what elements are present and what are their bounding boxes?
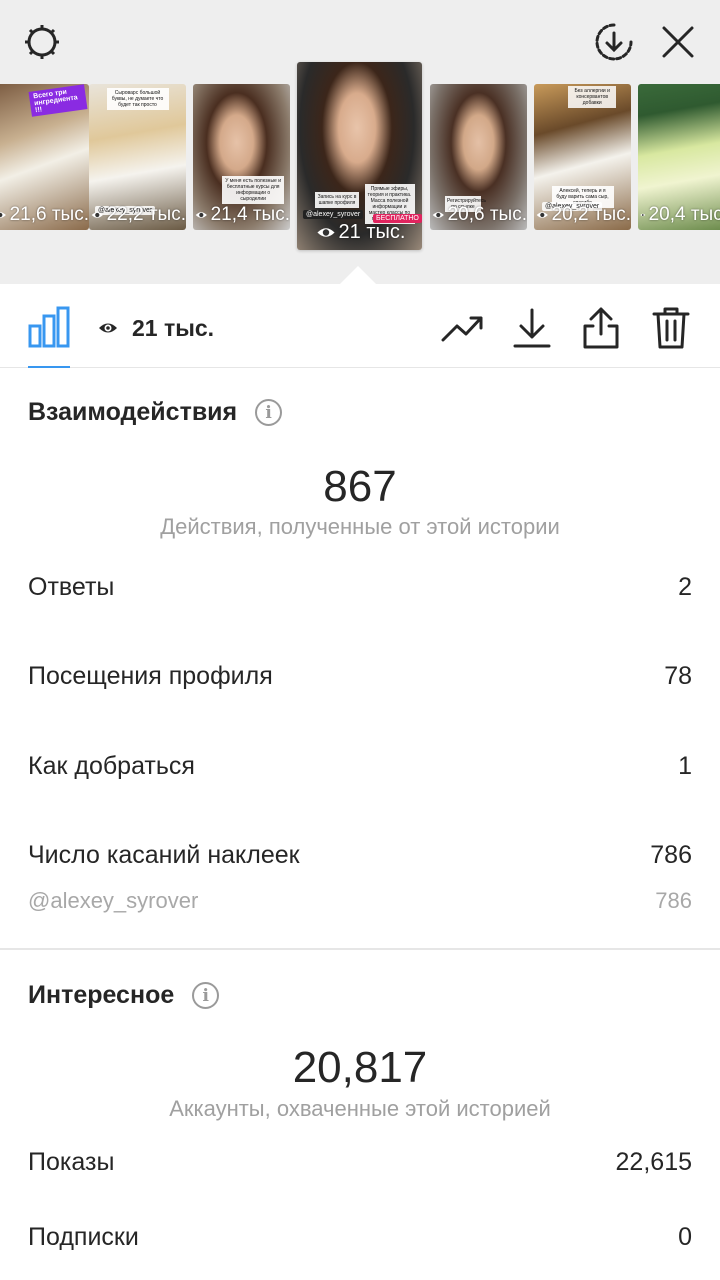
active-tab-indicator xyxy=(28,366,70,368)
metric-row-replies: Ответы 2 xyxy=(28,573,692,602)
discovery-caption: Аккаунты, охваченные этой историей xyxy=(169,1096,551,1121)
discovery-total: 20,817 xyxy=(292,1043,428,1092)
story-views: 20,6 тыс. xyxy=(430,204,527,226)
close-icon[interactable] xyxy=(656,20,700,64)
story-thumbnail[interactable]: Регистрируйтесь по ссылке 20,6 тыс. xyxy=(430,84,527,230)
metric-label: Число касаний наклеек xyxy=(28,841,300,869)
eye-icon xyxy=(536,212,548,218)
story-handle: @alexey_syrover xyxy=(303,210,364,219)
section-divider xyxy=(0,948,720,950)
story-caption: Без аллергии и консервантов добавки xyxy=(568,86,617,108)
metric-value: 786 xyxy=(650,841,692,869)
discovery-title: Интересное xyxy=(28,981,175,1009)
story-caption: Всего три ингредиента !!! xyxy=(28,84,88,117)
share-icon[interactable] xyxy=(579,306,623,350)
save-story-icon[interactable] xyxy=(592,20,636,64)
metric-row-follows: Подписки 0 xyxy=(28,1223,692,1252)
eye-icon xyxy=(432,212,444,218)
info-icon[interactable]: i xyxy=(192,982,220,1009)
settings-gear-icon[interactable] xyxy=(20,20,64,64)
story-views-count: 21 тыс. xyxy=(338,221,406,243)
eye-icon xyxy=(91,212,103,218)
eye-icon xyxy=(195,212,207,218)
story-thumbnail[interactable]: Сыроварс большой буквы, не думаете что б… xyxy=(89,84,186,230)
eye-icon xyxy=(640,213,646,217)
views-summary: 21 тыс. xyxy=(98,314,214,342)
metric-row-impressions: Показы 22,615 xyxy=(28,1148,692,1177)
metric-label: Подписки xyxy=(28,1223,139,1251)
story-caption: У меня есть полезные и бесплатные курсы … xyxy=(222,176,285,204)
metric-value: 2 xyxy=(678,573,692,601)
metric-row-profile-visits: Посещения профиля 78 xyxy=(28,662,692,691)
selected-story-pointer xyxy=(340,266,376,284)
metric-row-directions: Как добраться 1 xyxy=(28,752,692,781)
eye-icon xyxy=(99,323,117,333)
metric-value: 1 xyxy=(678,752,692,780)
interactions-title: Взаимодействия xyxy=(28,398,238,426)
eye-icon xyxy=(316,228,335,237)
story-views: 20,4 тыс. xyxy=(638,204,720,226)
story-views-count: 22,2 тыс. xyxy=(106,204,186,225)
discovery-header: Интересное i xyxy=(28,981,220,1010)
metric-label: Посещения профиля xyxy=(28,662,273,690)
metric-subrow-sticker-mention: @alexey_syrover 786 xyxy=(28,888,692,914)
story-caption: Сыроварс большой буквы, не думаете что б… xyxy=(106,88,169,110)
info-icon[interactable]: i xyxy=(255,399,283,426)
interactions-total: 867 xyxy=(323,462,397,511)
story-views: 22,2 тыс. xyxy=(89,204,186,226)
interactions-header: Взаимодействия i xyxy=(28,398,283,427)
story-views: 21,4 тыс. xyxy=(193,204,290,226)
metric-label: Как добраться xyxy=(28,752,195,780)
metric-row-sticker-taps: Число касаний наклеек 786 xyxy=(28,841,692,870)
story-views: 21 тыс. xyxy=(297,221,422,244)
story-thumbnail-selected[interactable]: Запись на курс в шапке профиля @alexey_s… xyxy=(297,62,422,250)
story-views-count: 20,2 тыс. xyxy=(551,204,631,225)
story-views: 20,2 тыс. xyxy=(534,204,631,226)
delete-trash-icon[interactable] xyxy=(649,306,693,350)
story-thumbnails: Всего три ингредиента !!! 21,6 тыс. Сыро… xyxy=(0,62,720,250)
views-count: 21 тыс. xyxy=(132,314,215,341)
story-views-count: 21,4 тыс. xyxy=(210,204,290,225)
story-views: 21,6 тыс. xyxy=(0,204,89,226)
story-thumbnail[interactable]: Всего три ингредиента !!! 21,6 тыс. xyxy=(0,84,89,230)
story-thumbnail[interactable]: Без аллергии и консервантов добавки Алек… xyxy=(534,84,631,230)
eye-icon xyxy=(0,212,6,218)
story-views-count: 20,4 тыс. xyxy=(648,204,720,225)
metric-label: Ответы xyxy=(28,573,115,601)
story-views-count: 20,6 тыс. xyxy=(447,204,527,225)
story-thumbnail[interactable]: У меня есть полезные и бесплатные курсы … xyxy=(193,84,290,230)
promote-trend-icon[interactable] xyxy=(441,306,485,350)
story-insights-toolbar: 21 тыс. xyxy=(0,284,720,368)
metric-label: Показы xyxy=(28,1148,115,1176)
metric-value: 786 xyxy=(655,888,692,913)
metric-value: 78 xyxy=(664,662,692,690)
metric-value: 0 xyxy=(678,1223,692,1251)
metric-value: 22,615 xyxy=(615,1148,692,1176)
interactions-caption: Действия, полученные от этой истории xyxy=(160,514,560,539)
metric-label: @alexey_syrover xyxy=(28,888,199,913)
insights-bar-chart-icon[interactable] xyxy=(28,306,70,348)
story-caption: Запись на курс в шапке профиля xyxy=(315,192,359,208)
story-thumbnail[interactable]: 20,4 тыс. xyxy=(638,84,720,230)
story-views-count: 21,6 тыс. xyxy=(9,204,89,225)
story-strip-area: Всего три ингредиента !!! 21,6 тыс. Сыро… xyxy=(0,0,720,284)
download-icon[interactable] xyxy=(510,306,554,350)
